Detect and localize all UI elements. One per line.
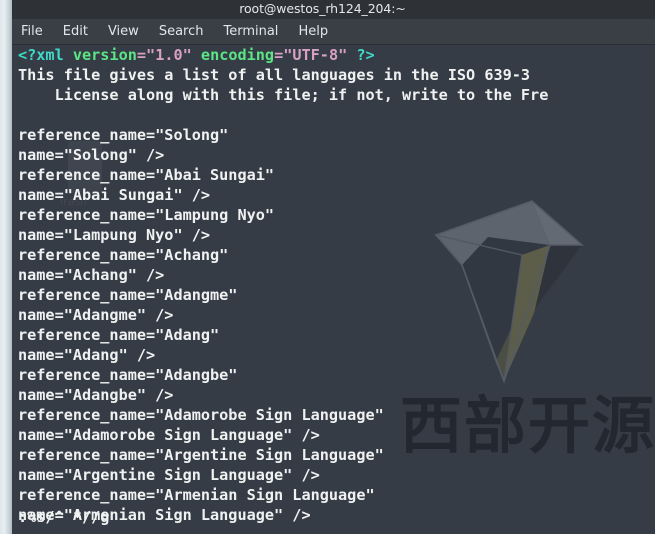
terminal-line: reference_name="Adangme" bbox=[18, 286, 238, 304]
terminal-text-lines: <?xml version="1.0" encoding="UTF-8" ?> … bbox=[12, 45, 655, 525]
xml-eq-2: = bbox=[274, 46, 284, 64]
terminal-line: reference_name="Adangbe" bbox=[18, 366, 238, 384]
terminal-line: reference_name="Lampung Nyo" bbox=[18, 206, 275, 224]
terminal-line: name="Adang" /> bbox=[18, 346, 156, 364]
terminal-line: reference_name="Argentine Sign Language" bbox=[18, 446, 384, 464]
terminal-line: reference_name="Abai Sungai" bbox=[18, 166, 275, 184]
terminal-line: reference_name="Adang" bbox=[18, 326, 220, 344]
terminal-line: name="Adangbe" /> bbox=[18, 386, 174, 404]
menu-item-terminal[interactable]: Terminal bbox=[223, 24, 278, 39]
xml-value-version: "1.0" bbox=[146, 46, 192, 64]
vim-command-line-area[interactable]: :%s/^ *//g bbox=[12, 507, 655, 533]
terminal-line: This file gives a list of all languages … bbox=[18, 66, 531, 84]
menu-item-search[interactable]: Search bbox=[159, 24, 204, 39]
desktop-background-strip bbox=[0, 0, 12, 534]
window-titlebar[interactable]: root@westos_rh124_204:~ bbox=[12, 0, 655, 19]
terminal-line: name="Abai Sungai" /> bbox=[18, 186, 211, 204]
xml-space-1 bbox=[64, 46, 73, 64]
terminal-window: root@westos_rh124_204:~ File Edit View S… bbox=[12, 0, 655, 534]
xml-attr-version: version bbox=[72, 46, 137, 64]
terminal-line: name="Achang" /> bbox=[18, 266, 165, 284]
screen-root: root@westos_rh124_204:~ File Edit View S… bbox=[0, 0, 655, 534]
xml-attr-encoding: encoding bbox=[200, 46, 275, 64]
terminal-line: name="Adangme" /> bbox=[18, 306, 174, 324]
menu-item-file[interactable]: File bbox=[21, 24, 43, 39]
terminal-line: name="Adamorobe Sign Language" /> bbox=[18, 426, 320, 444]
menu-item-help[interactable]: Help bbox=[298, 24, 328, 39]
xml-value-encoding: "UTF-8" bbox=[283, 46, 348, 64]
xml-open-token: <?xml bbox=[18, 46, 64, 64]
terminal-line: reference_name="Armenian Sign Language" bbox=[18, 486, 375, 504]
xml-space-2 bbox=[192, 46, 201, 64]
terminal-line: reference_name="Adamorobe Sign Language" bbox=[18, 406, 384, 424]
menu-item-view[interactable]: View bbox=[108, 24, 139, 39]
vim-command-input[interactable]: :%s/^ *//g bbox=[12, 507, 109, 527]
xml-eq-1: = bbox=[136, 46, 147, 64]
terminal-screen[interactable]: Trash 西部开源 <?xml version="1.0" encoding=… bbox=[12, 45, 655, 534]
terminal-line: name="Solong" /> bbox=[18, 146, 165, 164]
terminal-line: reference_name="Achang" bbox=[18, 246, 229, 264]
terminal-line: name="Lampung Nyo" /> bbox=[18, 226, 211, 244]
menu-item-edit[interactable]: Edit bbox=[63, 24, 88, 39]
terminal-line: reference_name="Solong" bbox=[18, 126, 229, 144]
terminal-line-xml-declaration: <?xml version="1.0" encoding="UTF-8" ?> bbox=[12, 45, 655, 65]
terminal-line: name="Argentine Sign Language" /> bbox=[18, 466, 320, 484]
window-title: root@westos_rh124_204:~ bbox=[239, 1, 406, 16]
menubar: File Edit View Search Terminal Help bbox=[12, 19, 655, 45]
xml-close-token: ?> bbox=[356, 46, 375, 64]
terminal-line: License along with this file; if not, wr… bbox=[18, 86, 549, 104]
